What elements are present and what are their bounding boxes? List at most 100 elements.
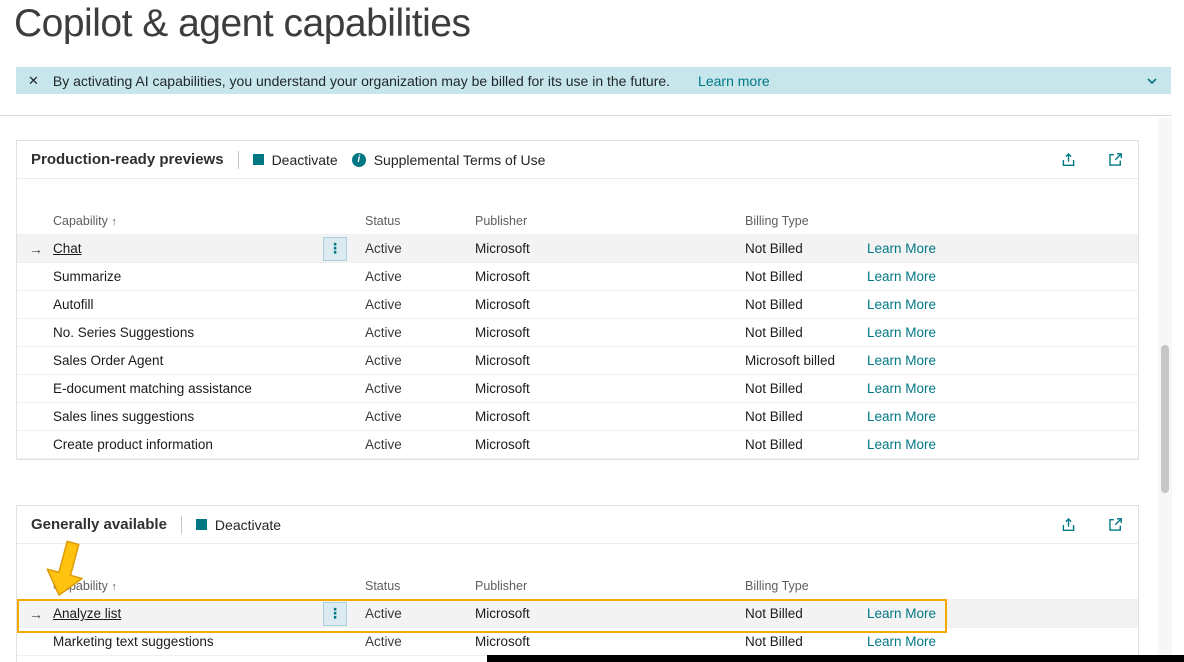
column-publisher[interactable]: Publisher bbox=[475, 579, 745, 593]
section-generally-available: Generally available Deactivate Capabilit… bbox=[16, 505, 1139, 662]
column-billing-type[interactable]: Billing Type bbox=[745, 214, 867, 228]
open-in-new-icon bbox=[1107, 516, 1124, 533]
learn-more-cell: Learn More bbox=[867, 634, 1138, 649]
capability-link[interactable]: Sales lines suggestions bbox=[53, 409, 194, 424]
learn-more-link[interactable]: Learn More bbox=[867, 269, 936, 284]
status-cell: Active bbox=[365, 241, 475, 256]
supplemental-terms-button[interactable]: i Supplemental Terms of Use bbox=[352, 152, 546, 168]
row-menu-cell: ⋮ bbox=[323, 349, 365, 373]
capability-cell: Autofill bbox=[53, 297, 323, 312]
banner-learn-more-link[interactable]: Learn more bbox=[698, 73, 770, 89]
capability-link[interactable]: Summarize bbox=[53, 269, 121, 284]
learn-more-link[interactable]: Learn More bbox=[867, 437, 936, 452]
row-menu-button[interactable]: ⋮ bbox=[323, 237, 347, 261]
copilot-capabilities-page: Copilot & agent capabilities ✕ By activa… bbox=[0, 0, 1184, 662]
row-indicator-cell: → bbox=[17, 325, 53, 341]
column-capability[interactable]: Capability ↑ bbox=[53, 579, 323, 593]
section-header: Production-ready previews Deactivate i S… bbox=[17, 141, 1138, 179]
billing-cell: Not Billed bbox=[745, 437, 867, 452]
table-row[interactable]: → Sales lines suggestions ⋮ Active Micro… bbox=[17, 403, 1138, 431]
publisher-cell: Microsoft bbox=[475, 353, 745, 368]
row-menu-button[interactable]: ⋮ bbox=[323, 602, 347, 626]
learn-more-link[interactable]: Learn More bbox=[867, 241, 936, 256]
section-title: Generally available bbox=[31, 516, 167, 533]
billing-cell: Not Billed bbox=[745, 634, 867, 649]
row-menu-cell: ⋮ bbox=[323, 265, 365, 289]
vertical-scrollbar[interactable] bbox=[1158, 118, 1172, 662]
table-header: Capability ↑ Status Publisher Billing Ty… bbox=[17, 572, 1138, 600]
section-header: Generally available Deactivate bbox=[17, 506, 1138, 544]
capability-link[interactable]: Analyze list bbox=[53, 606, 121, 621]
capability-link[interactable]: E-document matching assistance bbox=[53, 381, 252, 396]
status-cell: Active bbox=[365, 269, 475, 284]
learn-more-link[interactable]: Learn More bbox=[867, 409, 936, 424]
capability-cell: Sales lines suggestions bbox=[53, 409, 323, 424]
capability-link[interactable]: No. Series Suggestions bbox=[53, 325, 194, 340]
divider bbox=[0, 115, 1172, 116]
capability-link[interactable]: Chat bbox=[53, 241, 82, 256]
learn-more-link[interactable]: Learn More bbox=[867, 381, 936, 396]
row-menu-cell: ⋮ bbox=[323, 377, 365, 401]
capability-link[interactable]: Create product information bbox=[53, 437, 213, 452]
learn-more-cell: Learn More bbox=[867, 297, 1138, 312]
close-icon[interactable]: ✕ bbox=[28, 73, 39, 89]
billing-cell: Not Billed bbox=[745, 409, 867, 424]
learn-more-link[interactable]: Learn More bbox=[867, 353, 936, 368]
capabilities-table: Capability ↑ Status Publisher Billing Ty… bbox=[17, 179, 1138, 459]
open-in-new-button[interactable] bbox=[1107, 151, 1124, 168]
column-capability[interactable]: Capability ↑ bbox=[53, 214, 323, 228]
capability-link[interactable]: Autofill bbox=[53, 297, 94, 312]
capability-cell: No. Series Suggestions bbox=[53, 325, 323, 340]
row-indicator-cell: → bbox=[17, 381, 53, 397]
table-row[interactable]: → Autofill ⋮ Active Microsoft Not Billed… bbox=[17, 291, 1138, 319]
learn-more-link[interactable]: Learn More bbox=[867, 325, 936, 340]
table-row[interactable]: → Sales Order Agent ⋮ Active Microsoft M… bbox=[17, 347, 1138, 375]
share-button[interactable] bbox=[1060, 516, 1077, 533]
capability-link[interactable]: Marketing text suggestions bbox=[53, 634, 214, 649]
page-title: Copilot & agent capabilities bbox=[14, 2, 470, 46]
table-row[interactable]: → Marketing text suggestions ⋮ Active Mi… bbox=[17, 628, 1138, 656]
learn-more-cell: Learn More bbox=[867, 409, 1138, 424]
share-button[interactable] bbox=[1060, 151, 1077, 168]
share-icon bbox=[1060, 151, 1077, 168]
scrollbar-thumb[interactable] bbox=[1161, 345, 1169, 493]
table-body: → Chat ⋮ Active Microsoft Not Billed Lea… bbox=[17, 235, 1138, 459]
publisher-cell: Microsoft bbox=[475, 241, 745, 256]
billing-cell: Microsoft billed bbox=[745, 353, 867, 368]
column-status[interactable]: Status bbox=[365, 579, 475, 593]
table-row[interactable]: → E-document matching assistance ⋮ Activ… bbox=[17, 375, 1138, 403]
open-in-new-button[interactable] bbox=[1107, 516, 1124, 533]
capability-link[interactable]: Sales Order Agent bbox=[53, 353, 163, 368]
learn-more-cell: Learn More bbox=[867, 241, 1138, 256]
learn-more-link[interactable]: Learn More bbox=[867, 297, 936, 312]
deactivate-icon bbox=[253, 154, 264, 165]
deactivate-button[interactable]: Deactivate bbox=[196, 517, 281, 533]
status-cell: Active bbox=[365, 325, 475, 340]
status-cell: Active bbox=[365, 381, 475, 396]
table-row[interactable]: → Create product information ⋮ Active Mi… bbox=[17, 431, 1138, 459]
learn-more-cell: Learn More bbox=[867, 353, 1138, 368]
capability-cell: Summarize bbox=[53, 269, 323, 284]
chevron-down-icon[interactable] bbox=[1145, 74, 1159, 88]
row-indicator-cell: → bbox=[17, 409, 53, 425]
table-row[interactable]: → Chat ⋮ Active Microsoft Not Billed Lea… bbox=[17, 235, 1138, 263]
deactivate-label: Deactivate bbox=[215, 517, 281, 533]
table-row[interactable]: → Analyze list ⋮ Active Microsoft Not Bi… bbox=[17, 600, 1138, 628]
column-publisher[interactable]: Publisher bbox=[475, 214, 745, 228]
supplemental-terms-label: Supplemental Terms of Use bbox=[374, 152, 546, 168]
table-row[interactable]: → No. Series Suggestions ⋮ Active Micros… bbox=[17, 319, 1138, 347]
billing-cell: Not Billed bbox=[745, 269, 867, 284]
table-row[interactable]: → Summarize ⋮ Active Microsoft Not Bille… bbox=[17, 263, 1138, 291]
row-menu-cell: ⋮ bbox=[323, 237, 365, 261]
row-indicator-cell: → bbox=[17, 437, 53, 453]
publisher-cell: Microsoft bbox=[475, 606, 745, 621]
column-status[interactable]: Status bbox=[365, 214, 475, 228]
deactivate-button[interactable]: Deactivate bbox=[253, 152, 338, 168]
selected-row-arrow-icon: → bbox=[29, 606, 43, 622]
learn-more-link[interactable]: Learn More bbox=[867, 634, 936, 649]
learn-more-link[interactable]: Learn More bbox=[867, 606, 936, 621]
row-menu-cell: ⋮ bbox=[323, 433, 365, 457]
divider bbox=[181, 516, 182, 534]
column-billing-type[interactable]: Billing Type bbox=[745, 579, 867, 593]
publisher-cell: Microsoft bbox=[475, 297, 745, 312]
